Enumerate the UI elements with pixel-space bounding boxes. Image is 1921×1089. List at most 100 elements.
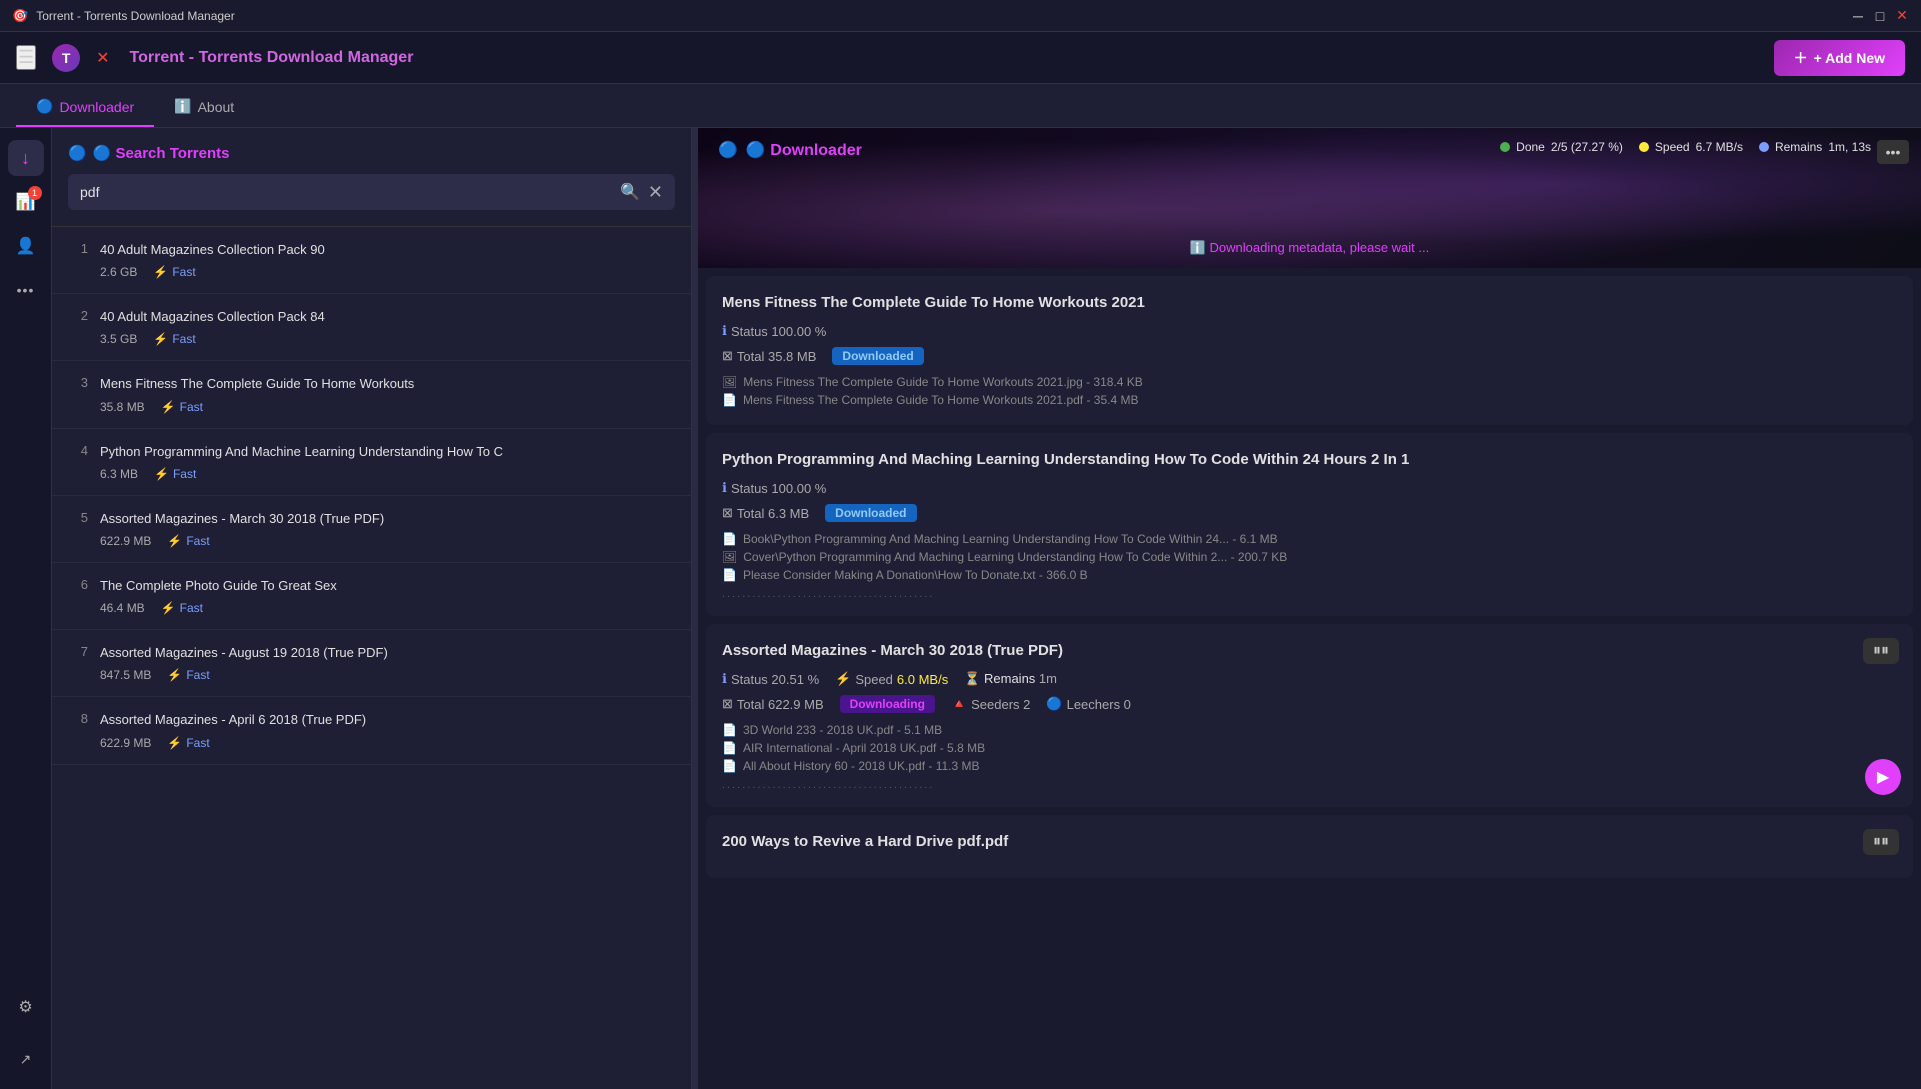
torrent-info: Python Programming And Machine Learning … (100, 443, 675, 481)
download-total-meta: ⊠ Total 6.3 MB Downloaded (722, 504, 1897, 522)
remains-value: 1m, 13s (1828, 140, 1871, 154)
done-value: 2/5 (27.27 %) (1551, 140, 1623, 154)
bg-image-area: 🔵 🔵 Downloader Done 2/5 (27.27 %) Speed … (698, 128, 1921, 268)
tab-about[interactable]: ℹ️ About (154, 88, 254, 127)
torrent-list-item[interactable]: 5 Assorted Magazines - March 30 2018 (Tr… (52, 496, 691, 563)
leechers-icon: 🔵 (1046, 696, 1062, 712)
file-list: 🖼 Mens Fitness The Complete Guide To Hom… (722, 373, 1897, 409)
download-badge: Downloaded (825, 504, 916, 522)
sidebar-icon-person[interactable]: 👤 (8, 228, 44, 264)
download-list: Mens Fitness The Complete Guide To Home … (698, 268, 1921, 1089)
pause-button[interactable]: ⏸⏸ (1863, 638, 1899, 664)
downloader-header-label: 🔵 Downloader (746, 140, 862, 160)
torrent-name: Assorted Magazines - August 19 2018 (Tru… (100, 644, 675, 662)
play-button[interactable]: ▶ (1865, 759, 1901, 795)
download-badge: Downloaded (832, 347, 923, 365)
sidebar-icon-expand[interactable]: ↗ (8, 1041, 44, 1077)
file-type-icon: 📄 (722, 568, 737, 582)
download-card-title: Assorted Magazines - March 30 2018 (True… (722, 640, 1897, 661)
torrent-size: 3.5 GB (100, 332, 137, 346)
person-icon: 👤 (16, 236, 36, 256)
maximize-button[interactable]: □ (1873, 9, 1887, 23)
torrent-list-item[interactable]: 4 Python Programming And Machine Learnin… (52, 429, 691, 496)
file-item: 📄 Mens Fitness The Complete Guide To Hom… (722, 391, 1897, 409)
status-label: ℹ Status 20.51 % (722, 671, 819, 687)
divider-dots: ........................................… (722, 779, 1897, 791)
file-type-icon: 📄 (722, 759, 737, 773)
file-list: 📄 Book\Python Programming And Maching Le… (722, 530, 1897, 600)
clock-icon: ⏳ (964, 671, 980, 686)
minimize-button[interactable]: ─ (1851, 9, 1865, 23)
torrent-info: 40 Adult Magazines Collection Pack 90 2.… (100, 241, 675, 279)
title-bar-controls: ─ □ ✕ (1851, 9, 1909, 23)
torrent-size: 6.3 MB (100, 467, 138, 481)
done-label: Done (1516, 140, 1545, 154)
download-total-meta: ⊠ Total 622.9 MB Downloading 🔺 Seeders 2… (722, 695, 1897, 713)
file-item: 📄 AIR International - April 2018 UK.pdf … (722, 739, 1897, 757)
torrent-speed: ⚡ Fast (167, 668, 209, 682)
torrent-size: 35.8 MB (100, 400, 145, 414)
search-input[interactable] (80, 174, 612, 210)
torrent-num: 6 (68, 577, 88, 592)
torrent-list-item[interactable]: 6 The Complete Photo Guide To Great Sex … (52, 563, 691, 630)
torrent-list-item[interactable]: 1 40 Adult Magazines Collection Pack 90 … (52, 227, 691, 294)
tab-downloader[interactable]: 🔵 Downloader (16, 88, 154, 127)
total-label: ⊠ Total 622.9 MB (722, 696, 824, 712)
torrent-size: 2.6 GB (100, 265, 137, 279)
speed-label: Speed (1655, 140, 1690, 154)
torrent-list-item[interactable]: 7 Assorted Magazines - August 19 2018 (T… (52, 630, 691, 697)
torrent-meta: 3.5 GB ⚡ Fast (100, 332, 675, 346)
title-bar-text: Torrent - Torrents Download Manager (36, 9, 235, 23)
file-type-icon: 📄 (722, 393, 737, 407)
speed-value: 6.7 MB/s (1696, 140, 1743, 154)
more-options-button[interactable]: ••• (1877, 140, 1909, 164)
search-header: 🔵 🔵 Search Torrents 🔍 ✕ (52, 128, 691, 227)
info-icon: ℹ (722, 323, 727, 339)
download-card-meta: ℹ Status 20.51 % ⚡ Speed 6.0 MB/s ⏳ Rema… (722, 671, 1897, 687)
file-item: 📄 All About History 60 - 2018 UK.pdf - 1… (722, 757, 1897, 775)
about-tab-label: About (198, 99, 235, 115)
close-app-button[interactable]: ✕ (96, 48, 109, 68)
download-card-meta: ℹ Status 100.00 % (722, 323, 1897, 339)
sidebar-icon-download[interactable]: ↓ (8, 140, 44, 176)
search-input-wrap: 🔍 ✕ (68, 174, 675, 210)
search-clear-button[interactable]: ✕ (648, 182, 663, 203)
search-submit-button[interactable]: 🔍 (620, 182, 640, 202)
speed-icon: ⚡ (161, 601, 176, 615)
torrent-list-item[interactable]: 8 Assorted Magazines - April 6 2018 (Tru… (52, 697, 691, 764)
hamburger-menu-button[interactable]: ☰ (16, 45, 36, 70)
speed-icon: ⚡ (153, 332, 168, 346)
sidebar-icon-settings[interactable]: ⚙ (8, 989, 44, 1025)
title-bar: 🎯 Torrent - Torrents Download Manager ─ … (0, 0, 1921, 32)
torrent-name: Python Programming And Machine Learning … (100, 443, 675, 461)
pause-button[interactable]: ⏸⏸ (1863, 829, 1899, 855)
torrent-name: 40 Adult Magazines Collection Pack 90 (100, 241, 675, 259)
title-bar-left: 🎯 Torrent - Torrents Download Manager (12, 8, 235, 24)
status-label: ℹ Status 100.00 % (722, 323, 826, 339)
file-type-icon: 📄 (722, 741, 737, 755)
torrent-list-item[interactable]: 2 40 Adult Magazines Collection Pack 84 … (52, 294, 691, 361)
torrent-speed: ⚡ Fast (167, 736, 209, 750)
download-total-meta: ⊠ Total 35.8 MB Downloaded (722, 347, 1897, 365)
downloader-tab-label: Downloader (59, 99, 134, 115)
search-title: 🔵 🔵 Search Torrents (68, 144, 675, 162)
sidebar-icon-chart[interactable]: 📊 1 (8, 184, 44, 220)
torrent-info: Mens Fitness The Complete Guide To Home … (100, 375, 675, 413)
torrent-num: 4 (68, 443, 88, 458)
total-label: ⊠ Total 35.8 MB (722, 348, 816, 364)
file-type-icon: 📄 (722, 723, 737, 737)
torrent-meta: 622.9 MB ⚡ Fast (100, 534, 675, 548)
sidebar-icon-more[interactable]: ••• (8, 272, 44, 308)
speed-icon: ⚡ (167, 668, 182, 682)
plus-icon: ＋ (1794, 48, 1808, 68)
torrent-size: 622.9 MB (100, 736, 151, 750)
torrent-meta: 847.5 MB ⚡ Fast (100, 668, 675, 682)
settings-icon: ⚙ (18, 997, 32, 1017)
add-new-button[interactable]: ＋ + Add New (1774, 40, 1905, 76)
download-badge: Downloading (840, 695, 935, 713)
about-tab-icon: ℹ️ (174, 98, 191, 115)
download-card: Assorted Magazines - March 30 2018 (True… (706, 624, 1913, 807)
close-window-button[interactable]: ✕ (1895, 9, 1909, 23)
torrent-list-item[interactable]: 3 Mens Fitness The Complete Guide To Hom… (52, 361, 691, 428)
download-card-title: Python Programming And Maching Learning … (722, 449, 1897, 470)
